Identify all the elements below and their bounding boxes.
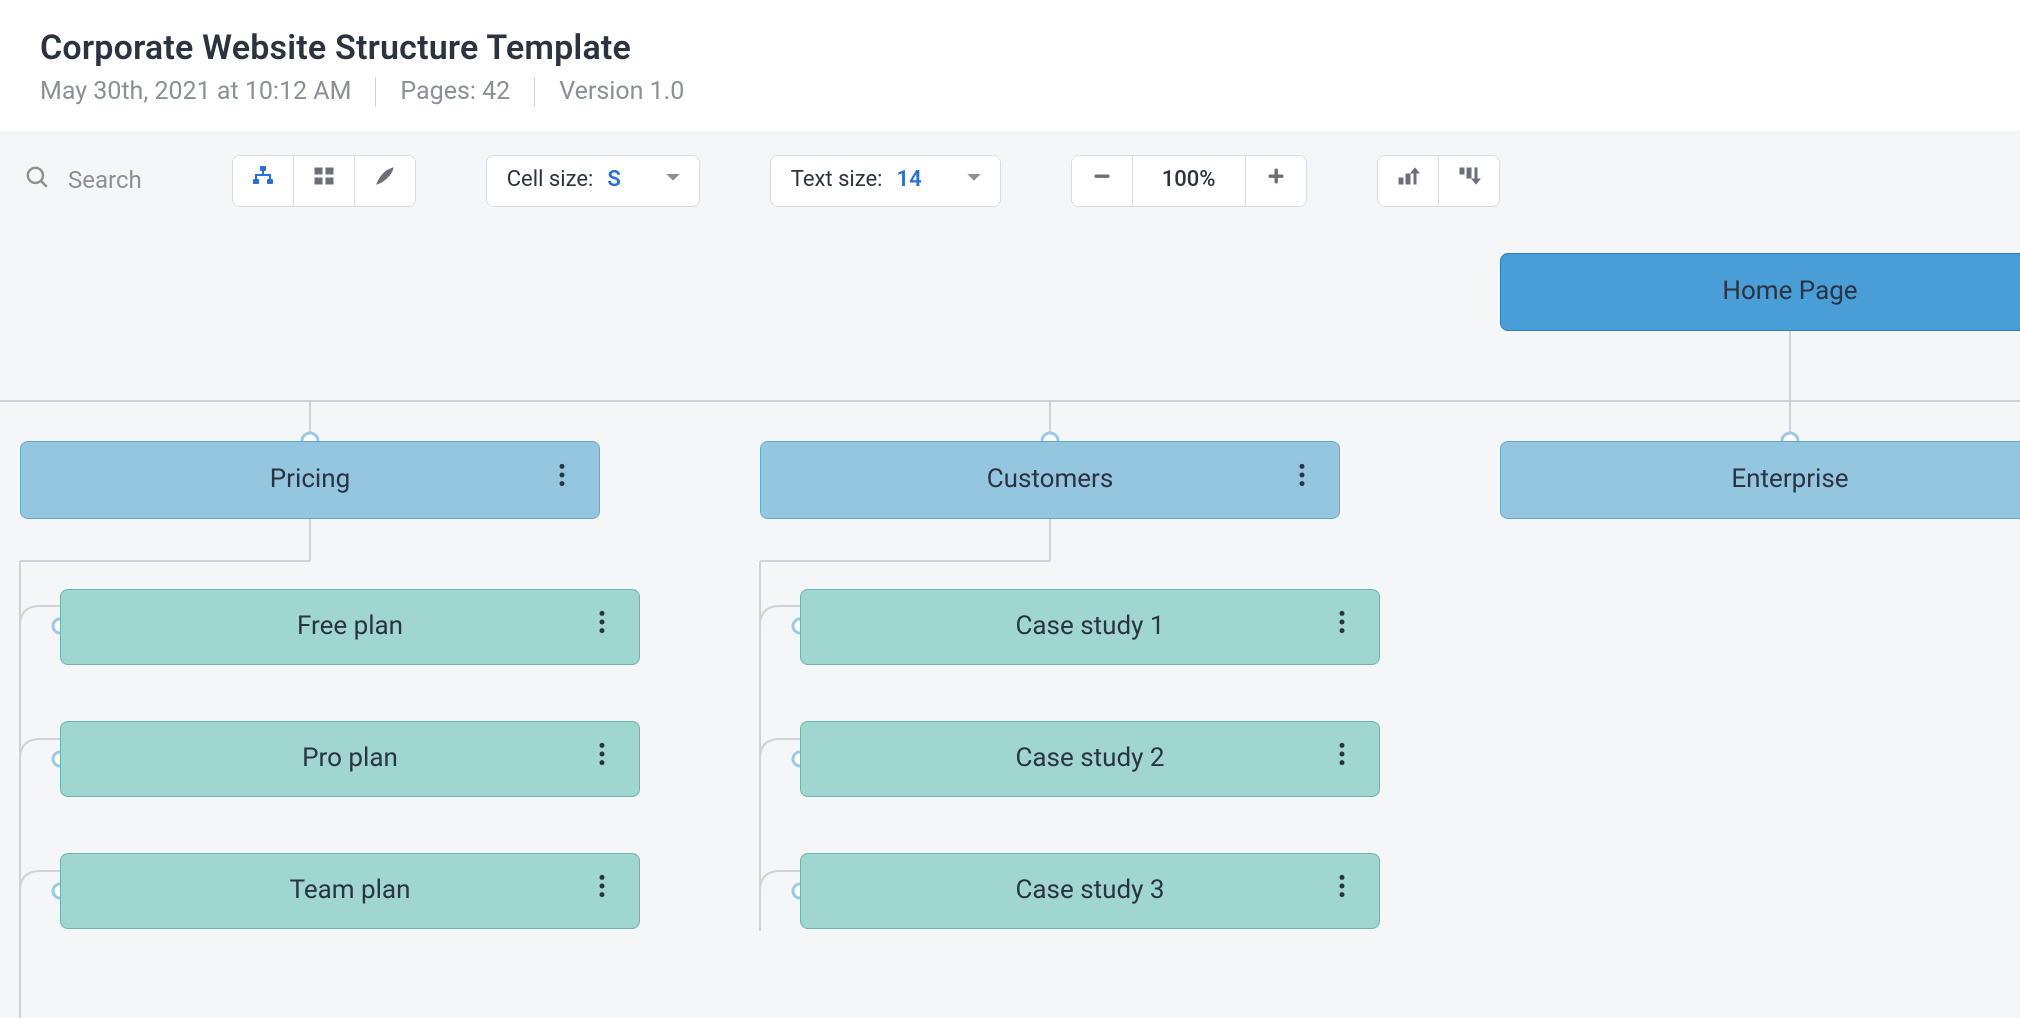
sort-group	[1377, 155, 1500, 207]
text-size-label-wrap: Text size: 14	[771, 156, 942, 206]
page-meta: May 30th, 2021 at 10:12 AM Pages: 42 Ver…	[40, 76, 1980, 109]
sort-asc-icon	[1396, 164, 1420, 197]
text-size-dropdown[interactable]	[942, 156, 1000, 206]
plus-icon	[1264, 164, 1288, 197]
sitemap-icon	[251, 164, 275, 197]
node-label: Pricing	[270, 463, 350, 497]
meta-pages-label: Pages:	[400, 77, 476, 106]
search-input[interactable]: Search	[24, 164, 142, 198]
toolbar: Search Cell size:	[0, 131, 2020, 231]
view-grid-button[interactable]	[294, 156, 355, 206]
view-sitemap-button[interactable]	[233, 156, 294, 206]
node-customers[interactable]: Customers	[760, 441, 1340, 519]
view-feather-button[interactable]	[355, 156, 415, 206]
node-home-page[interactable]: Home Page	[1500, 253, 2020, 331]
node-menu-button[interactable]	[591, 612, 613, 642]
node-label: Enterprise	[1731, 463, 1848, 497]
node-menu-button[interactable]	[551, 465, 573, 495]
node-label: Customers	[987, 463, 1114, 497]
node-label: Pro plan	[302, 742, 398, 776]
meta-pages-value: 42	[482, 77, 510, 106]
meta-separator	[375, 77, 376, 107]
sort-desc-icon	[1457, 164, 1481, 197]
node-menu-button[interactable]	[1331, 612, 1353, 642]
node-free-plan[interactable]: Free plan	[60, 589, 640, 665]
chevron-down-icon	[966, 166, 982, 195]
node-label: Free plan	[297, 610, 403, 644]
chevron-down-icon	[665, 166, 681, 195]
canvas[interactable]: Search Cell size:	[0, 131, 2020, 1018]
meta-pages: Pages: 42	[400, 76, 510, 109]
node-label: Team plan	[290, 874, 411, 908]
more-vertical-icon	[1338, 741, 1346, 777]
node-enterprise[interactable]: Enterprise	[1500, 441, 2020, 519]
cell-size-label-wrap: Cell size: S	[487, 156, 641, 206]
node-menu-button[interactable]	[1331, 744, 1353, 774]
node-label: Case study 3	[1015, 874, 1164, 908]
node-menu-button[interactable]	[1331, 876, 1353, 906]
node-team-plan[interactable]: Team plan	[60, 853, 640, 929]
zoom-out-button[interactable]	[1072, 156, 1133, 206]
node-menu-button[interactable]	[591, 876, 613, 906]
more-vertical-icon	[1338, 873, 1346, 909]
feather-icon	[373, 164, 397, 197]
more-vertical-icon	[1338, 609, 1346, 645]
cell-size-value: S	[607, 166, 620, 195]
more-vertical-icon	[598, 741, 606, 777]
text-size-value: 14	[897, 166, 922, 195]
zoom-text: 100%	[1153, 166, 1225, 195]
node-menu-button[interactable]	[591, 744, 613, 774]
node-case-study-2[interactable]: Case study 2	[800, 721, 1380, 797]
page-title: Corporate Website Structure Template	[40, 26, 1980, 70]
text-size-label: Text size:	[791, 166, 883, 195]
node-label: Case study 1	[1015, 610, 1164, 644]
cell-size-dropdown[interactable]	[641, 156, 699, 206]
node-pricing[interactable]: Pricing	[20, 441, 600, 519]
node-case-study-1[interactable]: Case study 1	[800, 589, 1380, 665]
text-size-select[interactable]: Text size: 14	[770, 155, 1001, 207]
node-case-study-3[interactable]: Case study 3	[800, 853, 1380, 929]
more-vertical-icon	[598, 873, 606, 909]
sitemap-stage[interactable]: Home Page Pricing Customers Enterprise F…	[0, 231, 2020, 1018]
meta-version: Version 1.0	[559, 76, 684, 109]
cell-size-label: Cell size:	[507, 166, 594, 195]
cell-size-select[interactable]: Cell size: S	[486, 155, 700, 207]
zoom-control: 100%	[1071, 155, 1307, 207]
more-vertical-icon	[598, 609, 606, 645]
more-vertical-icon	[558, 462, 566, 498]
meta-date: May 30th, 2021 at 10:12 AM	[40, 76, 351, 109]
search-icon	[24, 164, 50, 198]
node-menu-button[interactable]	[1291, 465, 1313, 495]
zoom-value[interactable]: 100%	[1133, 156, 1246, 206]
zoom-in-button[interactable]	[1246, 156, 1306, 206]
node-label: Home Page	[1722, 275, 1857, 309]
meta-separator	[534, 77, 535, 107]
more-vertical-icon	[1298, 462, 1306, 498]
grid-icon	[312, 164, 336, 197]
node-pro-plan[interactable]: Pro plan	[60, 721, 640, 797]
view-mode-group	[232, 155, 416, 207]
node-label: Case study 2	[1015, 742, 1164, 776]
sort-asc-button[interactable]	[1378, 156, 1439, 206]
minus-icon	[1090, 164, 1114, 197]
search-placeholder: Search	[68, 165, 142, 196]
sort-desc-button[interactable]	[1439, 156, 1499, 206]
